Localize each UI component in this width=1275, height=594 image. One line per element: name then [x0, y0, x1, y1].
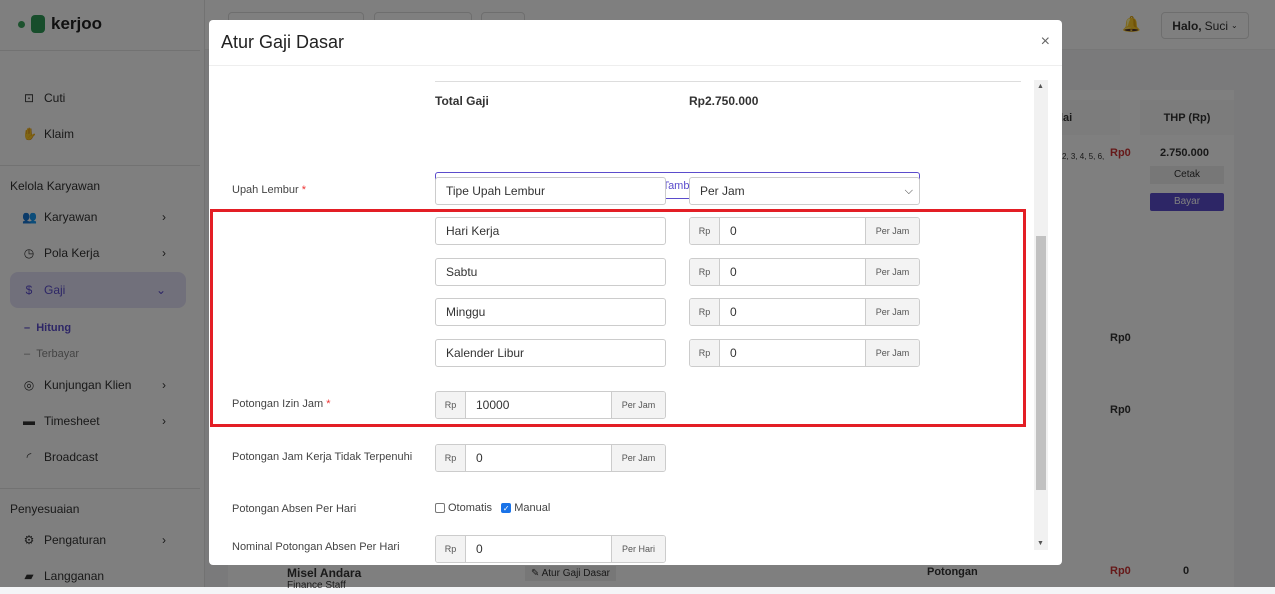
upah-lembur-label: Upah Lembur *: [232, 184, 306, 196]
nominal-absen-label: Nominal Potongan Absen Per Hari: [232, 541, 400, 553]
total-gaji-label: Total Gaji: [435, 94, 489, 108]
potongan-jam-input[interactable]: Rp 0 Per Jam: [435, 444, 666, 472]
manual-checkbox[interactable]: ✓ Manual: [501, 502, 550, 514]
potongan-izin-label: Potongan Izin Jam *: [232, 398, 331, 410]
atur-gaji-modal: Atur Gaji Dasar × Total Gaji Rp2.750.000…: [209, 20, 1062, 565]
potongan-izin-input[interactable]: Rp 10000 Per Jam: [435, 391, 666, 419]
total-gaji-value: Rp2.750.000: [689, 94, 759, 108]
modal-title: Atur Gaji Dasar: [221, 32, 345, 52]
chevron-down-icon: ⌵: [904, 184, 913, 197]
otomatis-checkbox[interactable]: Otomatis: [435, 502, 492, 514]
close-icon[interactable]: ×: [1041, 33, 1050, 51]
modal-scrollbar[interactable]: ▲ ▼: [1034, 80, 1048, 550]
tipe-upah-lembur-field: Tipe Upah Lembur: [435, 177, 666, 205]
potongan-absen-label: Potongan Absen Per Hari: [232, 503, 357, 515]
tipe-upah-lembur-select[interactable]: Per Jam ⌵: [689, 177, 920, 205]
nominal-absen-input[interactable]: Rp 0 Per Hari: [435, 535, 666, 563]
modal-body: Total Gaji Rp2.750.000 + Tambah Upah Lem…: [209, 66, 1049, 565]
potongan-jam-label: Potongan Jam Kerja Tidak Terpenuhi: [232, 451, 413, 463]
